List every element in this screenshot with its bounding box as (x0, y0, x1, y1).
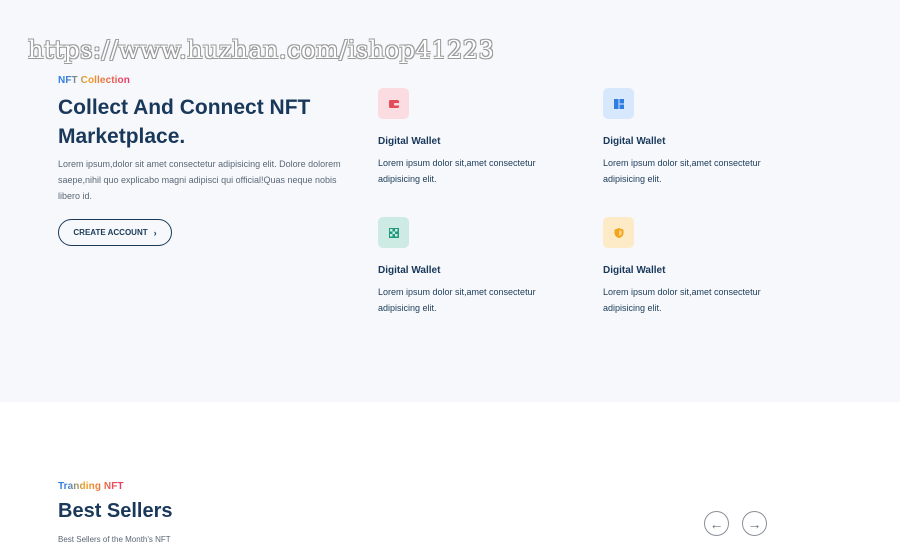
feature-title: Digital Wallet (378, 136, 441, 147)
wallet-icon (378, 88, 409, 119)
collection-eyebrow: NFT Collection (58, 75, 130, 86)
feature-title: Digital Wallet (603, 136, 666, 147)
feature-title: Digital Wallet (603, 265, 666, 276)
watermark-text: https://www.huzhan.com/ishop41223 (28, 36, 495, 64)
best-sellers-title: Best Sellers (58, 500, 173, 522)
best-sellers-subtitle: Best Sellers of the Month's NFT (58, 535, 171, 544)
shield-icon (603, 217, 634, 248)
arrow-left-icon: ← (709, 515, 724, 532)
checker-icon (378, 217, 409, 248)
prev-button[interactable]: ← (704, 511, 729, 536)
create-account-button[interactable]: CREATE ACCOUNT › (58, 219, 172, 246)
feature-card-checker: Digital Wallet Lorem ipsum dolor sit,ame… (378, 217, 578, 313)
feature-description: Lorem ipsum dolor sit,amet consectetur a… (378, 287, 536, 313)
arrow-right-icon: → (747, 515, 762, 532)
hero-title: Collect And Connect NFT Marketplace. (58, 96, 311, 148)
feature-card-grid: Digital Wallet Lorem ipsum dolor sit,ame… (603, 88, 803, 184)
feature-title: Digital Wallet (378, 265, 441, 276)
next-button[interactable]: → (742, 511, 767, 536)
feature-description: Lorem ipsum dolor sit,amet consectetur a… (603, 287, 761, 313)
create-account-label: CREATE ACCOUNT (73, 228, 148, 237)
feature-card-shield: Digital Wallet Lorem ipsum dolor sit,ame… (603, 217, 803, 313)
hero-description: Lorem ipsum,dolor sit amet consectetur a… (58, 159, 341, 201)
trending-eyebrow: Tranding NFT (58, 481, 124, 492)
chevron-right-icon: › (153, 227, 157, 238)
feature-card-wallet: Digital Wallet Lorem ipsum dolor sit,ame… (378, 88, 578, 184)
feature-description: Lorem ipsum dolor sit,amet consectetur a… (378, 158, 536, 184)
grid-icon (603, 88, 634, 119)
feature-description: Lorem ipsum dolor sit,amet consectetur a… (603, 158, 761, 184)
